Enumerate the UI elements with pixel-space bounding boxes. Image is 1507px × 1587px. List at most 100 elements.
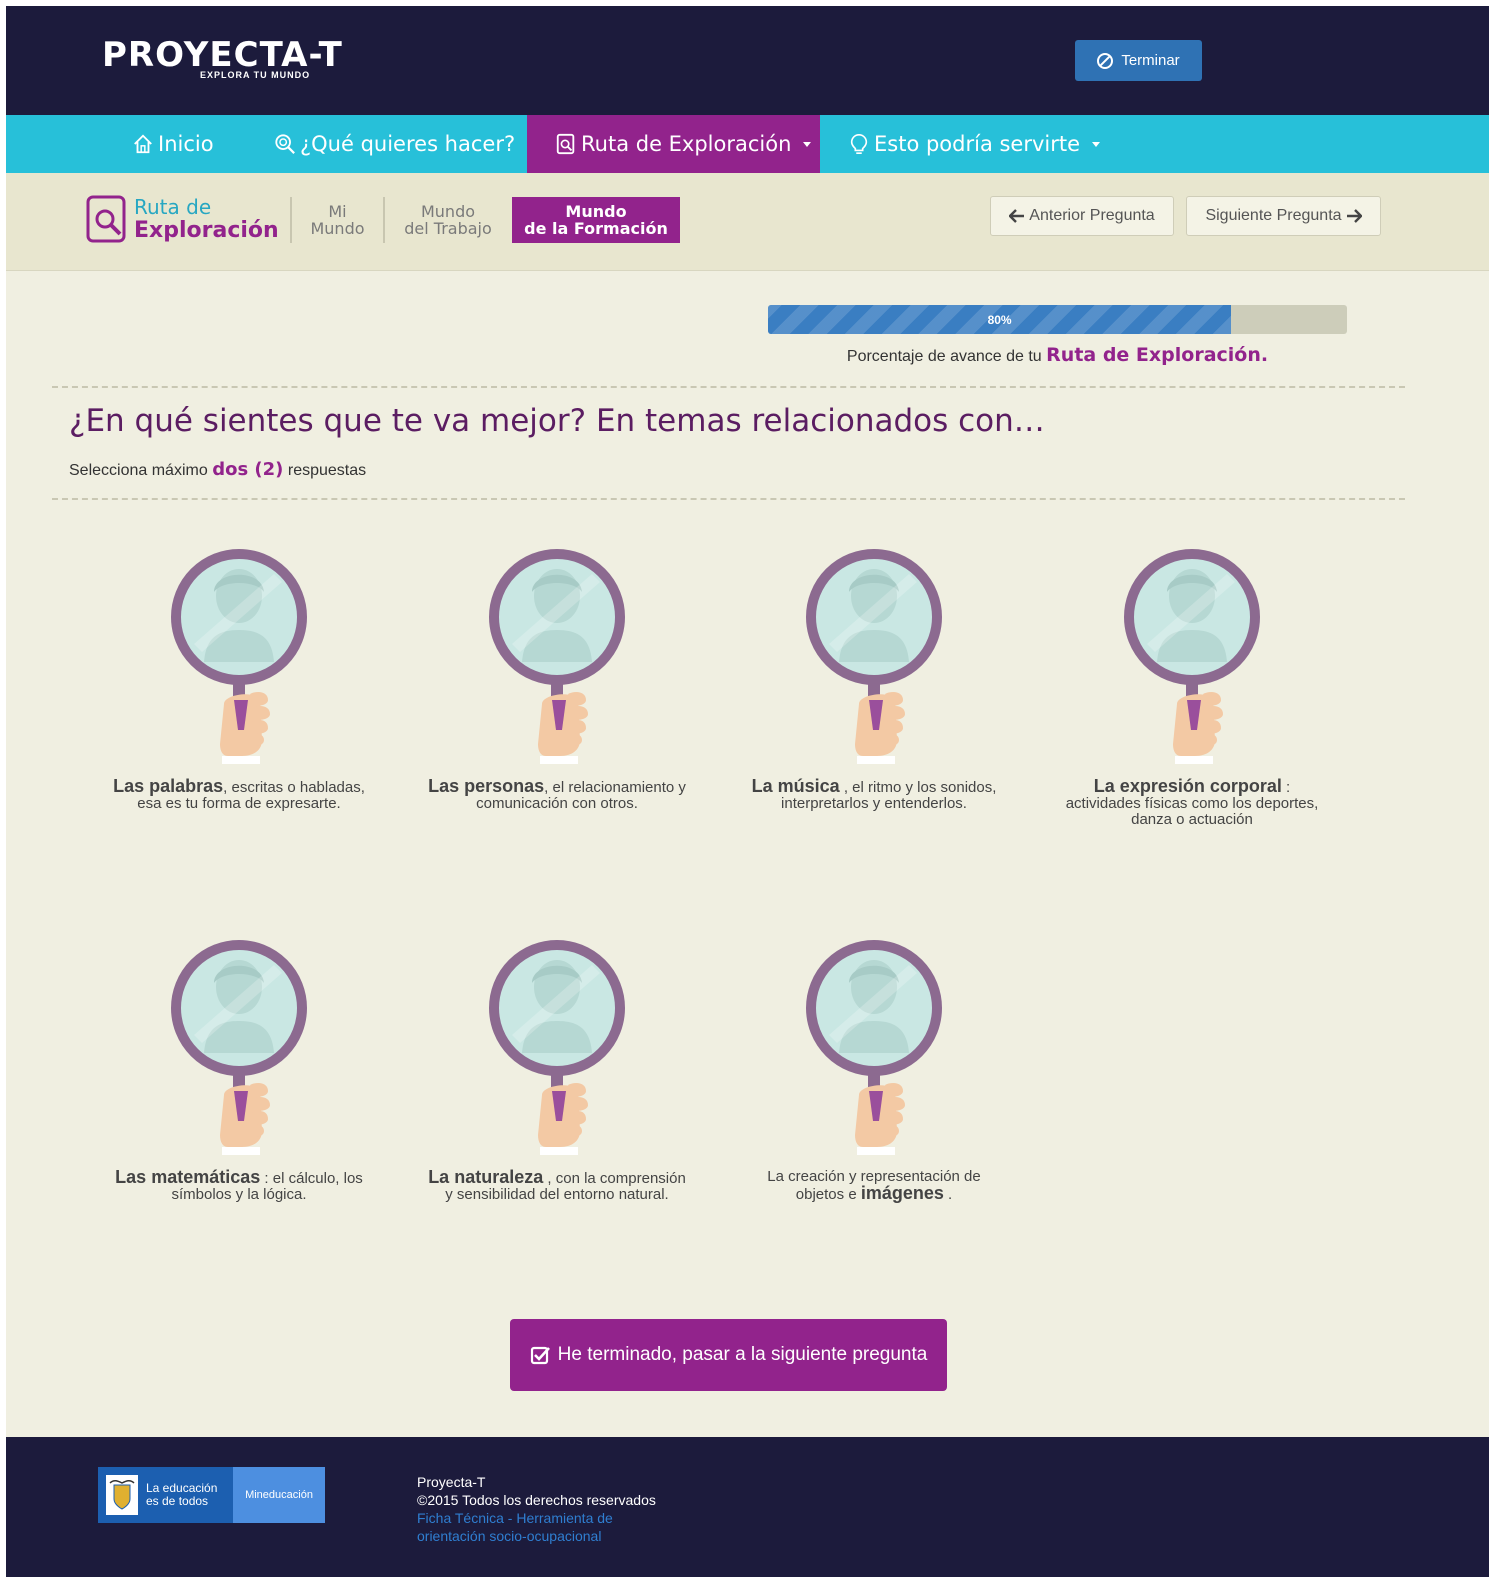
check-square-icon — [530, 1346, 550, 1365]
chevron-down-icon — [803, 141, 812, 147]
document-search-icon — [556, 133, 575, 155]
instruction-strong: dos (2) — [212, 459, 284, 480]
option-card[interactable]: Las personas, el relacionamiento y comun… — [422, 544, 692, 812]
option-strong: La música — [751, 776, 840, 796]
main-navbar: Inicio ¿Qué quieres hacer? Ruta de Explo… — [6, 115, 1489, 173]
option-card[interactable]: La naturaleza , con la comprensión y sen… — [422, 935, 692, 1203]
option-text: La creación y representación de objetos … — [739, 1169, 1009, 1203]
top-header: PROYECTA-T EXPLORA TU MUNDO Terminar — [6, 6, 1489, 115]
nav-que-quieres-label: ¿Qué quieres hacer? — [300, 132, 516, 156]
nav-que-quieres-hacer[interactable]: ¿Qué quieres hacer? — [274, 115, 515, 173]
ruta-brand-line2: Exploración — [134, 218, 279, 243]
instruction-prefix: Selecciona máximo — [69, 462, 208, 479]
tab-mundo-de-la-formacion[interactable]: Mundo de la Formación — [512, 197, 680, 243]
mineducacion-logo-main: La educación es de todos — [98, 1467, 233, 1523]
anterior-pregunta-button[interactable]: Anterior Pregunta — [990, 196, 1174, 236]
divider — [52, 498, 1405, 500]
divider — [52, 386, 1405, 388]
question-title: ¿En qué sientes que te va mejor? En tema… — [69, 403, 1045, 439]
option-strong: imágenes — [860, 1183, 944, 1203]
tab-mi-mundo-line2: Mundo — [310, 219, 365, 238]
home-icon — [134, 134, 152, 154]
option-text: La música , el ritmo y los sonidos, inte… — [739, 776, 1009, 812]
page: PROYECTA-T EXPLORA TU MUNDO Terminar Ini… — [6, 6, 1489, 1577]
magnifying-glass-hand-icon — [482, 544, 632, 774]
arrow-right-icon — [1346, 209, 1362, 223]
nav-inicio-label: Inicio — [158, 132, 214, 156]
option-card[interactable]: Las palabras, escritas o habladas, esa e… — [104, 544, 374, 812]
option-strong: La naturaleza — [428, 1167, 544, 1187]
tab-mi-mundo[interactable]: Mi Mundo — [290, 197, 383, 243]
option-strong: La expresión corporal — [1093, 776, 1282, 796]
progress-caption-prefix: Porcentaje de avance de tu — [846, 348, 1042, 365]
option-rest: . — [943, 1186, 953, 1203]
tab-formacion-line2: de la Formación — [524, 219, 668, 238]
submit-label: He terminado, pasar a la siguiente pregu… — [557, 1344, 928, 1365]
option-text: La naturaleza , con la comprensión y sen… — [422, 1167, 692, 1203]
nav-esto-podria-servirte[interactable]: Esto podría servirte — [848, 115, 1101, 173]
siguiente-pregunta-button[interactable]: Siguiente Pregunta — [1186, 196, 1381, 236]
footer: La educación es de todos Mineducación Pr… — [6, 1437, 1489, 1577]
option-strong: Las personas — [428, 776, 545, 796]
progress-bar: 80% — [768, 305, 1347, 334]
footer-info: Proyecta-T ©2015 Todos los derechos rese… — [417, 1473, 656, 1545]
submit-next-question-button[interactable]: He terminado, pasar a la siguiente pregu… — [510, 1319, 947, 1391]
tab-trabajo-line2: del Trabajo — [404, 219, 492, 238]
lightbulb-icon — [850, 134, 868, 154]
progress-fill: 80% — [768, 305, 1232, 334]
terminar-label: Terminar — [1121, 52, 1180, 69]
option-strong: Las matemáticas — [115, 1167, 261, 1187]
chevron-down-icon — [1092, 141, 1101, 147]
option-text: La expresión corporal : actividades físi… — [1057, 776, 1327, 828]
tab-trabajo-line1: Mundo — [420, 202, 476, 221]
section-subnav: Ruta de Exploración Mi Mundo Mundo del T… — [6, 173, 1489, 271]
footer-line2: ©2015 Todos los derechos reservados — [417, 1492, 656, 1508]
magnifying-glass-hand-icon — [1117, 544, 1267, 774]
footer-link-line2: orientación socio-ocupacional — [417, 1528, 602, 1544]
nav-ruta-exploracion[interactable]: Ruta de Exploración — [527, 115, 820, 173]
magnifying-glass-hand-icon — [164, 935, 314, 1165]
proyecta-t-logo[interactable]: PROYECTA-T EXPLORA TU MUNDO — [102, 35, 343, 80]
option-card[interactable]: Las matemáticas : el cálculo, los símbol… — [104, 935, 374, 1203]
ruta-exploracion-brand: Ruta de Exploración — [86, 195, 279, 243]
ruta-brand-line1: Ruta de — [134, 195, 212, 219]
nav-ruta-label: Ruta de Exploración — [581, 132, 792, 156]
ruta-exploracion-icon — [86, 195, 126, 243]
mineducacion-logo[interactable]: La educación es de todos Mineducación — [98, 1467, 325, 1523]
footer-link-line1: Ficha Técnica - Herramienta de — [417, 1510, 613, 1526]
progress-caption-strong: Ruta de Exploración. — [1046, 344, 1269, 366]
magnifying-glass-hand-icon — [482, 935, 632, 1165]
option-card[interactable]: La creación y representación de objetos … — [739, 935, 1009, 1203]
nav-inicio[interactable]: Inicio — [132, 115, 214, 173]
footer-logo-line2: es de todos — [146, 1494, 209, 1508]
tab-mundo-del-trabajo[interactable]: Mundo del Trabajo — [383, 197, 511, 243]
nav-esto-podria-label: Esto podría servirte — [874, 132, 1081, 156]
siguiente-pregunta-label: Siguiente Pregunta — [1205, 207, 1342, 224]
option-strong: Las palabras — [113, 776, 224, 796]
anterior-pregunta-label: Anterior Pregunta — [1029, 207, 1155, 224]
progress-caption: Porcentaje de avance de tu Ruta de Explo… — [768, 344, 1347, 366]
question-instruction: Selecciona máximo dos (2) respuestas — [69, 459, 366, 480]
coat-of-arms-icon — [106, 1475, 138, 1515]
logo-title: PROYECTA-T — [102, 35, 343, 75]
progress-label: 80% — [987, 312, 1012, 327]
option-text: Las matemáticas : el cálculo, los símbol… — [104, 1167, 374, 1203]
tab-mi-mundo-line1: Mi — [328, 202, 347, 221]
arrow-left-icon — [1009, 209, 1025, 223]
option-text: Las palabras, escritas o habladas, esa e… — [104, 776, 374, 812]
option-card[interactable]: La música , el ritmo y los sonidos, inte… — [739, 544, 1009, 812]
tab-formacion-line1: Mundo — [565, 202, 627, 221]
logo-subtitle: EXPLORA TU MUNDO — [200, 70, 311, 80]
magnifying-glass-hand-icon — [799, 935, 949, 1165]
option-card[interactable]: La expresión corporal : actividades físi… — [1057, 544, 1327, 828]
option-text: Las personas, el relacionamiento y comun… — [422, 776, 692, 812]
instruction-suffix: respuestas — [287, 462, 367, 479]
ban-icon — [1097, 52, 1114, 69]
magnifying-glass-hand-icon — [164, 544, 314, 774]
footer-logo-ministry: Mineducación — [233, 1467, 325, 1523]
search-target-icon — [275, 134, 295, 154]
terminar-button[interactable]: Terminar — [1075, 40, 1202, 81]
ficha-tecnica-link[interactable]: Ficha Técnica - Herramienta de orientaci… — [417, 1509, 656, 1545]
footer-line1: Proyecta-T — [417, 1474, 486, 1490]
magnifying-glass-hand-icon — [799, 544, 949, 774]
